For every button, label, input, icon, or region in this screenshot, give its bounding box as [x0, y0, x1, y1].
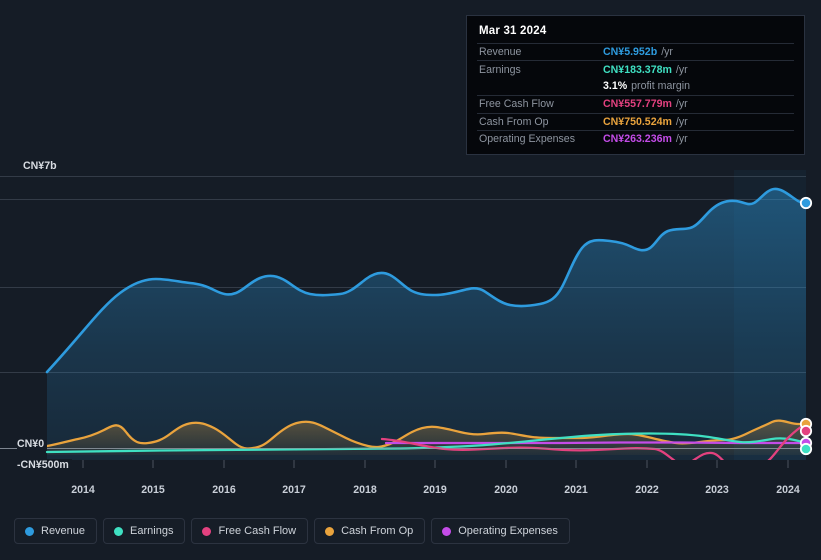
x-axis-tick-2017: 2017 [282, 484, 306, 496]
y-axis-bottom-label: -CN¥500m [17, 459, 72, 471]
tooltip-value-operating-expenses: CN¥263.236m [603, 133, 672, 146]
tooltip-unit-revenue: /yr [661, 46, 673, 59]
tooltip-value-profit-margin: 3.1% [603, 80, 628, 93]
tooltip-label-free-cash-flow: Free Cash Flow [479, 98, 554, 111]
x-axis-tick-2019: 2019 [423, 484, 447, 496]
chart-legend: Revenue Earnings Free Cash Flow Cash Fro… [14, 518, 570, 544]
legend-item-revenue[interactable]: Revenue [14, 518, 98, 544]
tooltip-row-profit-margin: 3.1% profit margin [477, 78, 794, 95]
y-axis-zero-label: CN¥0 [17, 438, 48, 450]
data-tooltip-panel: Mar 31 2024 Revenue CN¥5.952b /yr Earnin… [466, 15, 805, 155]
tooltip-date: Mar 31 2024 [479, 25, 547, 37]
x-axis-tick-2021: 2021 [564, 484, 588, 496]
x-axis-tick-2024: 2024 [776, 484, 800, 496]
legend-item-earnings[interactable]: Earnings [103, 518, 186, 544]
x-axis-tick-2014: 2014 [71, 484, 95, 496]
legend-dot-icon-free-cash-flow [202, 526, 212, 536]
legend-dot-icon-cash-from-op [325, 526, 335, 536]
tooltip-value-cash-from-op: CN¥750.524m [603, 115, 672, 128]
x-axis-tick-2020: 2020 [494, 484, 518, 496]
tooltip-unit-free-cash-flow: /yr [675, 98, 688, 111]
tooltip-row-cash-from-op: Cash From Op CN¥750.524m /yr [477, 112, 794, 130]
tooltip-row-revenue: Revenue CN¥5.952b /yr [477, 43, 794, 60]
legend-label-cash-from-op: Cash From Op [341, 525, 414, 537]
legend-dot-icon-revenue [25, 526, 34, 536]
tooltip-value-earnings: CN¥183.378m [603, 63, 672, 76]
earnings-endpoint-marker [799, 442, 813, 456]
x-axis-tick-2023: 2023 [705, 484, 729, 496]
tooltip-label-operating-expenses: Operating Expenses [479, 133, 575, 146]
tooltip-unit-cash-from-op: /yr [675, 115, 688, 128]
tooltip-unit-earnings: /yr [675, 63, 688, 76]
x-axis-tick-2016: 2016 [212, 484, 236, 496]
legend-label-free-cash-flow: Free Cash Flow [218, 525, 297, 537]
tooltip-row-earnings: Earnings CN¥183.378m /yr [477, 60, 794, 77]
tooltip-label-cash-from-op: Cash From Op [479, 115, 549, 128]
revenue-endpoint-marker [799, 196, 813, 210]
tooltip-unit-profit-margin: profit margin [631, 80, 691, 93]
legend-item-operating-expenses[interactable]: Operating Expenses [431, 518, 570, 544]
tooltip-value-free-cash-flow: CN¥557.779m [603, 98, 672, 111]
x-axis-tick-2018: 2018 [353, 484, 377, 496]
legend-dot-icon-operating-expenses [442, 526, 452, 536]
legend-dot-icon-earnings [114, 526, 124, 536]
financial-chart-page: CN¥7b CN¥0 -CN¥500m 2014 2015 2016 2017 … [0, 0, 821, 560]
tooltip-row-free-cash-flow: Free Cash Flow CN¥557.779m /yr [477, 95, 794, 112]
x-axis-tick-2022: 2022 [635, 484, 659, 496]
legend-item-free-cash-flow[interactable]: Free Cash Flow [191, 518, 309, 544]
legend-label-revenue: Revenue [41, 525, 86, 537]
tooltip-row-operating-expenses: Operating Expenses CN¥263.236m /yr [477, 129, 794, 147]
x-axis-tick-2015: 2015 [141, 484, 165, 496]
tooltip-label-earnings: Earnings [479, 63, 521, 76]
legend-item-cash-from-op[interactable]: Cash From Op [314, 518, 426, 544]
free-cash-flow-endpoint-marker [799, 424, 813, 438]
legend-label-earnings: Earnings [130, 525, 174, 537]
tooltip-label-revenue: Revenue [479, 46, 522, 59]
y-axis-top-label: CN¥7b [23, 160, 60, 172]
tooltip-value-revenue: CN¥5.952b [603, 46, 658, 59]
tooltip-unit-operating-expenses: /yr [675, 133, 688, 146]
legend-label-operating-expenses: Operating Expenses [458, 525, 558, 537]
